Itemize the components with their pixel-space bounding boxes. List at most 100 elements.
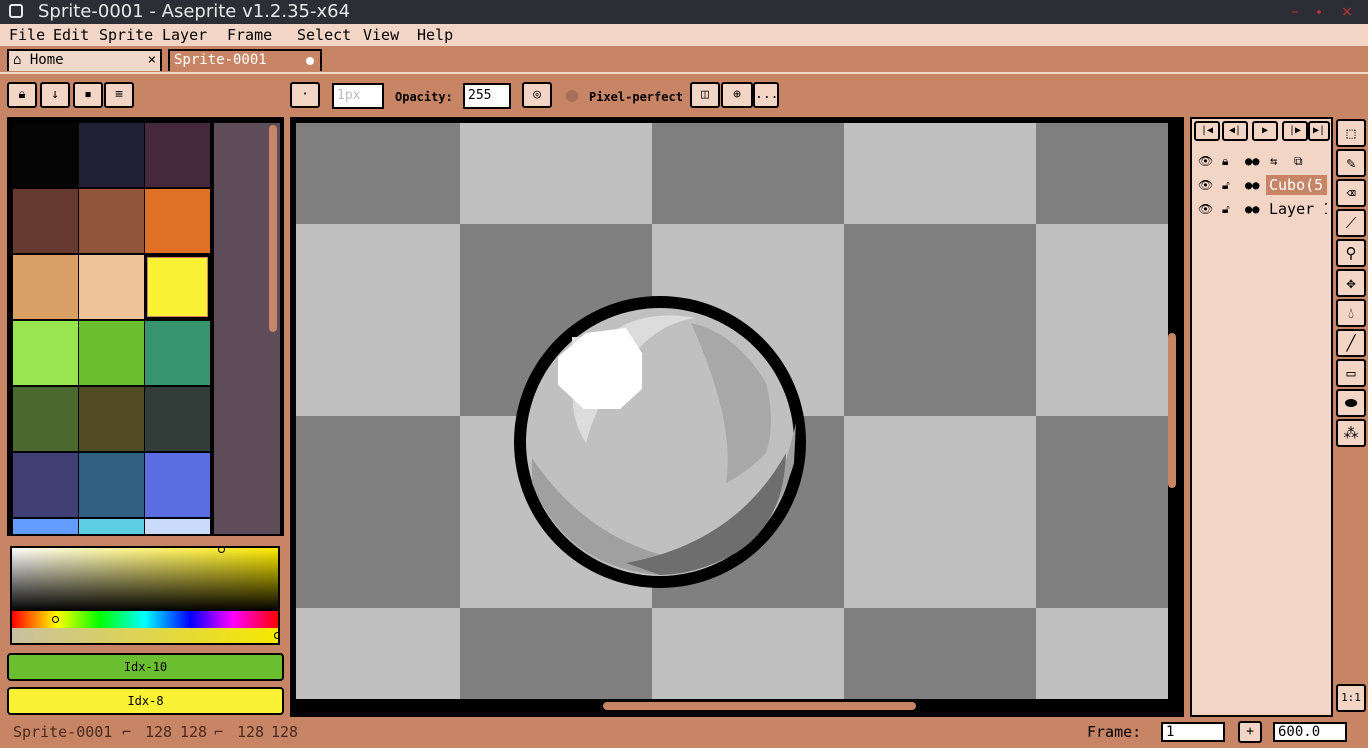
menu-edit[interactable]: Edit: [53, 24, 89, 46]
alpha-knob[interactable]: [274, 632, 278, 639]
palette-swatch[interactable]: [79, 387, 144, 451]
palette-swatch[interactable]: [13, 189, 78, 253]
menu-layer[interactable]: Layer: [162, 24, 207, 46]
status-sprite-name: Sprite-0001: [13, 723, 113, 741]
eye-icon[interactable]: 👁︎: [1198, 197, 1213, 221]
eyedropper-tool[interactable]: ⟋: [1336, 209, 1366, 237]
palette-swatch[interactable]: [145, 519, 210, 534]
unlock-icon[interactable]: 🔓︎: [1222, 173, 1230, 197]
pencil-tool[interactable]: ✎: [1336, 149, 1366, 177]
sprite-canvas-image[interactable]: [296, 123, 1168, 699]
palette-swatch[interactable]: [79, 123, 144, 187]
zoom-tool[interactable]: ⚲: [1336, 239, 1366, 267]
palette-swatch[interactable]: [13, 123, 78, 187]
continuous-icon[interactable]: ●●: [1245, 197, 1259, 221]
brush-size-input[interactable]: 1px: [332, 83, 384, 109]
foreground-color-button[interactable]: Idx-10: [7, 653, 284, 681]
layer-row[interactable]: 👁︎ 🔓︎ ●● Cubo(5: [1192, 173, 1331, 197]
palette-swatch[interactable]: [145, 321, 210, 385]
eraser-icon: ⌫: [1346, 184, 1356, 202]
menu-sprite[interactable]: Sprite: [99, 24, 153, 46]
menu-view[interactable]: View: [363, 24, 399, 46]
saturation-value-area[interactable]: [12, 548, 278, 611]
close-tab-icon[interactable]: ×: [148, 51, 156, 69]
onion-skin-icon[interactable]: ⧉: [1294, 149, 1303, 173]
play-button[interactable]: ▶: [1252, 121, 1278, 141]
palette-options-button[interactable]: ≡: [104, 82, 134, 108]
close-window-button[interactable]: ×: [1336, 0, 1358, 24]
continuous-icon[interactable]: ●●: [1245, 173, 1259, 197]
menu-select[interactable]: Select: [297, 24, 351, 46]
menu-file[interactable]: File: [9, 24, 45, 46]
brush-type-button[interactable]: ·: [290, 82, 320, 108]
tab-sprite[interactable]: Sprite-0001: [168, 49, 322, 71]
palette-presets-button[interactable]: ▪: [73, 82, 103, 108]
palette-swatch[interactable]: [145, 123, 210, 187]
color-picker[interactable]: [10, 546, 280, 645]
first-frame-button[interactable]: |◀: [1194, 121, 1220, 141]
layer-row[interactable]: 👁︎ 🔓︎ ●● Layer 1: [1192, 197, 1331, 221]
opacity-input[interactable]: 255: [463, 83, 511, 109]
lock-palette-button[interactable]: 🔒︎: [7, 82, 37, 108]
add-frame-button[interactable]: +: [1238, 721, 1262, 743]
sort-palette-button[interactable]: ↓: [40, 82, 70, 108]
contour-tool[interactable]: ⬬: [1336, 389, 1366, 417]
layer-name[interactable]: Cubo(5: [1266, 175, 1327, 195]
zoom-actual-size-button[interactable]: 1:1: [1336, 684, 1366, 712]
palette-swatch[interactable]: [13, 519, 78, 534]
next-frame-button[interactable]: |▶: [1282, 121, 1308, 141]
palette-swatch[interactable]: [13, 387, 78, 451]
palette-swatch[interactable]: [79, 519, 144, 534]
continuous-icon[interactable]: ●●: [1245, 149, 1259, 173]
pixel-perfect-checkbox[interactable]: [566, 90, 578, 102]
maximize-button[interactable]: ⬩: [1308, 0, 1330, 24]
hue-knob[interactable]: [52, 616, 59, 623]
tab-home[interactable]: ⌂ Home ×: [7, 49, 162, 71]
rectangle-tool[interactable]: ▭: [1336, 359, 1366, 387]
unsaved-dot-icon[interactable]: [306, 57, 314, 65]
minimize-button[interactable]: –: [1284, 0, 1306, 24]
spray-tool[interactable]: ⁂: [1336, 419, 1366, 447]
eye-icon[interactable]: 👁︎: [1198, 149, 1213, 173]
frame-label: Frame:: [1087, 723, 1142, 741]
palette-swatch[interactable]: [13, 321, 78, 385]
ink-type-button[interactable]: ◎: [522, 82, 552, 108]
dynamics-button[interactable]: ⊕: [721, 82, 753, 108]
canvas-vertical-scrollbar[interactable]: [1168, 333, 1176, 488]
palette-swatch[interactable]: [79, 453, 144, 517]
palette-swatch[interactable]: [145, 387, 210, 451]
palette-swatch[interactable]: [145, 255, 210, 319]
palette-swatch[interactable]: [79, 189, 144, 253]
eraser-tool[interactable]: ⌫: [1336, 179, 1366, 207]
sv-knob[interactable]: [218, 548, 225, 553]
link-icon[interactable]: ⇆: [1270, 149, 1277, 173]
marquee-tool[interactable]: ⬚: [1336, 119, 1366, 147]
palette-swatch[interactable]: [145, 189, 210, 253]
previous-frame-button[interactable]: ◀|: [1222, 121, 1248, 141]
sprite-editor-canvas[interactable]: [290, 117, 1184, 717]
eye-icon[interactable]: 👁︎: [1198, 173, 1213, 197]
palette-scrollbar[interactable]: [269, 125, 277, 332]
symmetry-button[interactable]: ◫: [690, 82, 720, 108]
lock-icon[interactable]: 🔒︎: [1222, 149, 1228, 173]
alpha-slider[interactable]: [12, 628, 278, 643]
canvas-horizontal-scrollbar[interactable]: [603, 702, 916, 710]
palette-swatch[interactable]: [13, 453, 78, 517]
more-options-button[interactable]: ...: [753, 82, 779, 108]
line-tool[interactable]: ╱: [1336, 329, 1366, 357]
palette-swatch[interactable]: [79, 255, 144, 319]
frame-input[interactable]: 1: [1161, 722, 1225, 742]
palette-swatch[interactable]: [145, 453, 210, 517]
previous-frame-icon: ◀|: [1228, 125, 1242, 136]
palette-swatch[interactable]: [79, 321, 144, 385]
palette-swatch[interactable]: [13, 255, 78, 319]
zoom-input[interactable]: 600.0: [1273, 722, 1347, 742]
layer-name[interactable]: Layer 1: [1266, 199, 1327, 219]
menu-frame[interactable]: Frame: [227, 24, 272, 46]
last-frame-button[interactable]: ▶|: [1308, 121, 1330, 141]
unlock-icon[interactable]: 🔓︎: [1222, 197, 1230, 221]
background-color-button[interactable]: Idx-8: [7, 687, 284, 715]
move-tool[interactable]: ✥: [1336, 269, 1366, 297]
menu-help[interactable]: Help: [417, 24, 453, 46]
fill-tool[interactable]: 💧︎: [1336, 299, 1366, 327]
